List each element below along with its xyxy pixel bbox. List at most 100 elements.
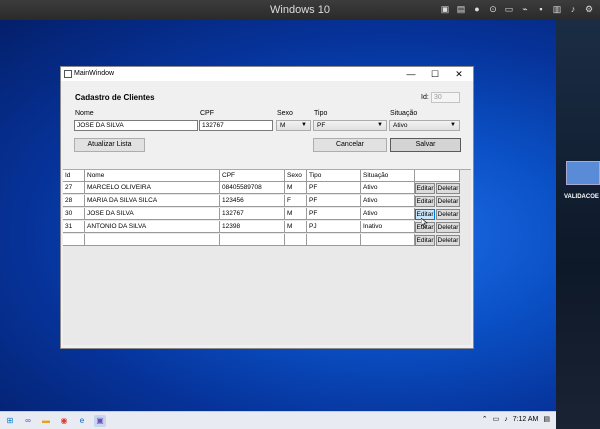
header-situacao[interactable]: Situação (361, 170, 415, 182)
network-icon[interactable]: ▭ (493, 415, 500, 423)
deletar-button[interactable]: Deletar (436, 222, 460, 233)
cell-sexo[interactable]: M (285, 208, 307, 220)
sexo-select[interactable]: M ▼ (276, 120, 311, 131)
cell-id[interactable] (63, 234, 85, 246)
cpu-icon[interactable]: ▣ (440, 4, 450, 14)
editar-button[interactable]: Editar (415, 196, 435, 207)
table-row[interactable]: 27 MARCELO OLIVEIRA 08405589708 M PF Ati… (63, 182, 460, 194)
cpf-field[interactable]: 132767 (199, 120, 273, 131)
header-tipo[interactable]: Tipo (307, 170, 361, 182)
cell-sexo[interactable]: F (285, 195, 307, 207)
usb-icon[interactable]: ⌁ (520, 4, 530, 14)
settings-icon[interactable]: ⚙ (584, 4, 594, 14)
tipo-select[interactable]: PF ▼ (313, 120, 387, 131)
host-title-bar: Windows 10 ▣ ▤ ● ⊙ ▭ ⌁ ▪ ▥ ♪ ⚙ (0, 0, 600, 20)
lock-icon[interactable]: ⊙ (488, 4, 498, 14)
cell-tipo[interactable] (307, 234, 361, 246)
folder-icon[interactable]: ▬ (40, 415, 52, 427)
cell-situacao[interactable]: Ativo (361, 195, 415, 207)
cell-nome[interactable]: ANTONIO DA SILVA (85, 221, 220, 233)
deletar-button[interactable]: Deletar (436, 235, 460, 246)
atualizar-lista-button[interactable]: Atualizar Lista (74, 138, 145, 152)
table-row[interactable]: 28 MARIA DA SILVA SILCA 123456 F PF Ativ… (63, 195, 460, 207)
nome-field[interactable]: JOSE DA SILVA (74, 120, 198, 131)
clock-time[interactable]: 7:12 AM (513, 416, 539, 423)
cancelar-button[interactable]: Cancelar (313, 138, 387, 152)
edge-icon[interactable]: e (76, 415, 88, 427)
chrome-icon[interactable]: ◉ (58, 415, 70, 427)
editar-button[interactable]: Editar (415, 183, 435, 194)
editar-button[interactable]: Editar (415, 235, 435, 246)
header-cpf[interactable]: CPF (220, 170, 285, 182)
nome-label: Nome (75, 110, 94, 117)
minimize-button[interactable]: — (399, 67, 423, 81)
cell-tipo[interactable]: PJ (307, 221, 361, 233)
deletar-button[interactable]: Deletar (436, 196, 460, 207)
app-icon (64, 70, 72, 78)
sexo-select-value: M (280, 122, 286, 129)
cell-situacao[interactable] (361, 234, 415, 246)
volume-icon[interactable]: ♪ (504, 416, 508, 423)
situacao-label: Situação (390, 110, 418, 117)
cell-id[interactable]: 31 (63, 221, 85, 233)
maximize-button[interactable]: ☐ (423, 67, 447, 81)
cell-nome[interactable]: MARIA DA SILVA SILCA (85, 195, 220, 207)
record-icon[interactable]: ● (472, 4, 482, 14)
folder-icon[interactable]: ▭ (504, 4, 514, 14)
main-window: MainWindow — ☐ ✕ Cadastro de Clientes Id… (60, 66, 474, 349)
chevron-up-icon[interactable]: ⌃ (482, 415, 488, 423)
printer-icon[interactable]: ▥ (552, 4, 562, 14)
cell-id[interactable]: 28 (63, 195, 85, 207)
cell-sexo[interactable]: M (285, 221, 307, 233)
form-heading: Cadastro de Clientes (75, 93, 155, 102)
app-window-icon[interactable]: ▣ (94, 415, 106, 427)
cell-id[interactable]: 30 (63, 208, 85, 220)
cell-cpf[interactable]: 12398 (220, 221, 285, 233)
notification-icon[interactable]: ▤ (543, 415, 550, 423)
header-sexo[interactable]: Sexo (285, 170, 307, 182)
cell-cpf[interactable]: 123456 (220, 195, 285, 207)
cell-nome[interactable]: MARCELO OLIVEIRA (85, 182, 220, 194)
header-nome[interactable]: Nome (85, 170, 220, 182)
cell-sexo[interactable] (285, 234, 307, 246)
cell-situacao[interactable]: Ativo (361, 182, 415, 194)
cell-sexo[interactable]: M (285, 182, 307, 194)
sound-icon[interactable]: ♪ (568, 4, 578, 14)
start-icon[interactable]: ⊞ (4, 415, 16, 427)
clients-grid[interactable]: Id Nome CPF Sexo Tipo Situação 27 MARCEL… (63, 169, 471, 345)
header-id[interactable]: Id (63, 170, 85, 182)
cell-tipo[interactable]: PF (307, 195, 361, 207)
situacao-select-value: Ativo (393, 122, 408, 129)
situacao-select[interactable]: Ativo ▼ (389, 120, 460, 131)
cell-cpf[interactable]: 08405589708 (220, 182, 285, 194)
cpf-label: CPF (200, 110, 214, 117)
id-field: 30 (431, 92, 460, 103)
salvar-button[interactable]: Salvar (390, 138, 461, 152)
close-button[interactable]: ✕ (447, 67, 471, 81)
deletar-button[interactable]: Deletar (436, 209, 460, 220)
cell-tipo[interactable]: PF (307, 182, 361, 194)
keyboard-icon[interactable]: ▤ (456, 4, 466, 14)
chevron-down-icon: ▼ (377, 122, 383, 128)
system-tray: ⌃ ▭ ♪ 7:12 AM ▤ (482, 415, 550, 424)
taskbar: ⊞ ∞ ▬ ◉ e ▣ ⌃ ▭ ♪ 7:12 AM ▤ (0, 411, 556, 429)
id-label: Id: (421, 94, 429, 101)
table-row[interactable]: 30 JOSE DA SILVA 132767 M PF Ativo Edita… (63, 208, 460, 220)
deletar-button[interactable]: Deletar (436, 183, 460, 194)
cell-cpf[interactable]: 132767 (220, 208, 285, 220)
cell-cpf[interactable] (220, 234, 285, 246)
cell-nome[interactable] (85, 234, 220, 246)
cell-situacao[interactable]: Ativo (361, 208, 415, 220)
window-title-bar[interactable]: MainWindow — ☐ ✕ (61, 67, 473, 81)
visual-studio-icon[interactable]: ∞ (22, 415, 34, 427)
mouse-cursor-icon (421, 218, 428, 228)
table-row[interactable]: 31 ANTONIO DA SILVA 12398 M PJ Inativo E… (63, 221, 460, 233)
cell-nome[interactable]: JOSE DA SILVA (85, 208, 220, 220)
table-row-new[interactable]: Editar Deletar (63, 234, 460, 246)
header-actions (415, 170, 460, 182)
cell-situacao[interactable]: Inativo (361, 221, 415, 233)
cell-id[interactable]: 27 (63, 182, 85, 194)
file-thumbnail-icon[interactable] (566, 161, 600, 185)
cell-tipo[interactable]: PF (307, 208, 361, 220)
camera-icon[interactable]: ▪ (536, 4, 546, 14)
